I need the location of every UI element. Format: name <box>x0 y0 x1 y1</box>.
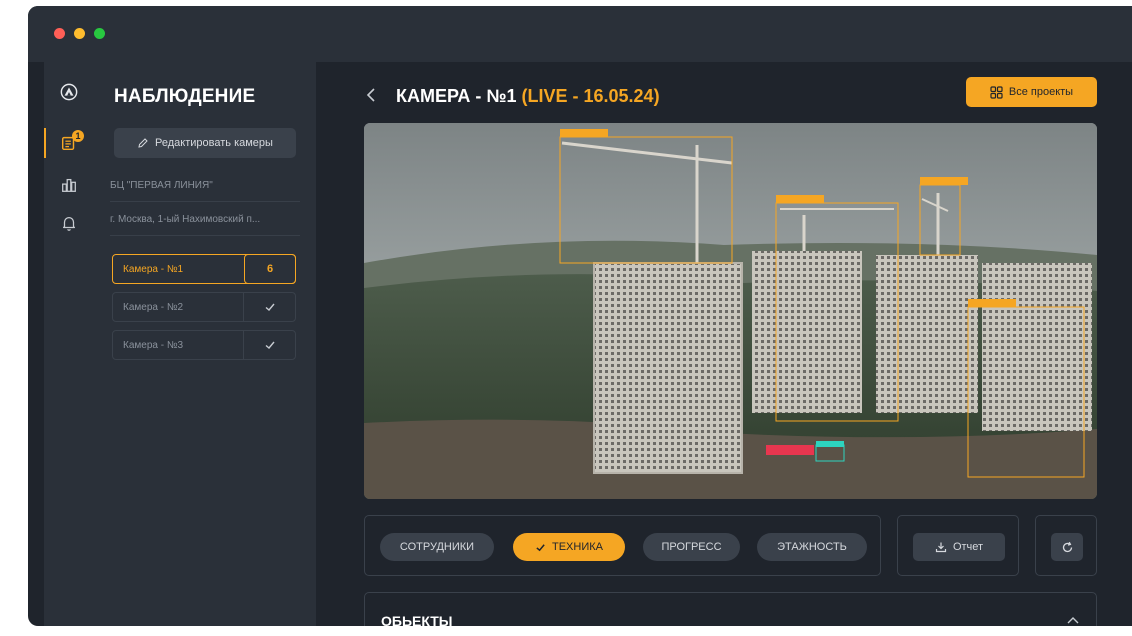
camera-item-label: Камера - №1 <box>123 263 184 275</box>
filter-label: ПРОГРЕСС <box>661 541 722 553</box>
live-date: (LIVE - 16.05.24) <box>521 86 660 106</box>
filter-group: СОТРУДНИКИ ТЕХНИКА ПРОГРЕСС ЭТАЖНОСТЬ <box>364 515 881 576</box>
edit-cameras-button[interactable]: Редактировать камеры <box>114 128 296 158</box>
divider <box>110 201 300 202</box>
edit-cameras-label: Редактировать камеры <box>155 137 273 149</box>
check-icon <box>243 331 295 359</box>
camera-list-icon[interactable]: 1 <box>44 127 94 159</box>
page-title: КАМЕРА - №1 (LIVE - 16.05.24) <box>396 86 660 107</box>
grid-icon <box>990 85 1003 99</box>
filter-label: ЭТАЖНОСТЬ <box>777 541 847 553</box>
download-icon <box>935 542 947 553</box>
maximize-window-button[interactable] <box>94 28 105 39</box>
divider <box>110 235 300 236</box>
refresh-icon <box>1062 541 1072 552</box>
filter-floors[interactable]: ЭТАЖНОСТЬ <box>757 533 867 561</box>
refresh-group <box>1035 515 1097 576</box>
camera-item-label: Камера - №2 <box>123 301 184 313</box>
all-projects-label: Все проекты <box>1008 86 1074 98</box>
filter-equipment[interactable]: ТЕХНИКА <box>513 533 625 561</box>
bell-icon[interactable] <box>44 207 94 239</box>
camera-item-3[interactable]: Камера - №3 <box>112 330 296 360</box>
logo-icon[interactable] <box>44 76 94 108</box>
title-bar <box>28 6 1132 62</box>
report-label: Отчет <box>952 541 984 553</box>
sidebar: НАБЛЮДЕНИЕ Редактировать камеры БЦ "ПЕРВ… <box>94 62 316 626</box>
filter-label: ТЕХНИКА <box>552 541 603 553</box>
chevron-up-icon[interactable] <box>1066 613 1080 626</box>
camera-item-2[interactable]: Камера - №2 <box>112 292 296 322</box>
minimize-window-button[interactable] <box>74 28 85 39</box>
filter-employees[interactable]: СОТРУДНИКИ <box>380 533 494 561</box>
filter-progress[interactable]: ПРОГРЕСС <box>643 533 740 561</box>
sidebar-title: НАБЛЮДЕНИЕ <box>114 86 256 107</box>
camera-item-label: Камера - №3 <box>123 339 184 351</box>
camera-item-1[interactable]: Камера - №1 6 <box>112 254 296 284</box>
filter-label: СОТРУДНИКИ <box>399 541 475 553</box>
camera-feed[interactable] <box>364 123 1097 499</box>
analytics-icon[interactable] <box>44 169 94 201</box>
objects-title: ОБЬЕКТЫ <box>381 613 453 626</box>
camera-detection-count: 6 <box>244 254 296 284</box>
project-name: БЦ "ПЕРВАЯ ЛИНИЯ" <box>110 180 213 191</box>
report-group: Отчет <box>897 515 1019 576</box>
objects-panel: ОБЬЕКТЫ <box>364 592 1097 626</box>
notification-badge: 1 <box>72 130 84 142</box>
app-window: 1 НАБЛЮДЕНИЕ Редактировать камеры БЦ "ПЕ… <box>28 6 1132 626</box>
project-address: г. Москва, 1-ый Нахимовский п... <box>110 214 261 225</box>
icon-rail: 1 <box>44 62 94 626</box>
report-button[interactable]: Отчет <box>913 533 1005 561</box>
check-icon <box>536 543 545 551</box>
pencil-icon <box>138 138 148 148</box>
refresh-button[interactable] <box>1051 533 1083 561</box>
check-icon <box>243 293 295 321</box>
close-window-button[interactable] <box>54 28 65 39</box>
all-projects-button[interactable]: Все проекты <box>966 77 1097 107</box>
back-chevron-icon[interactable] <box>364 86 378 104</box>
camera-title: КАМЕРА - №1 <box>396 86 517 106</box>
